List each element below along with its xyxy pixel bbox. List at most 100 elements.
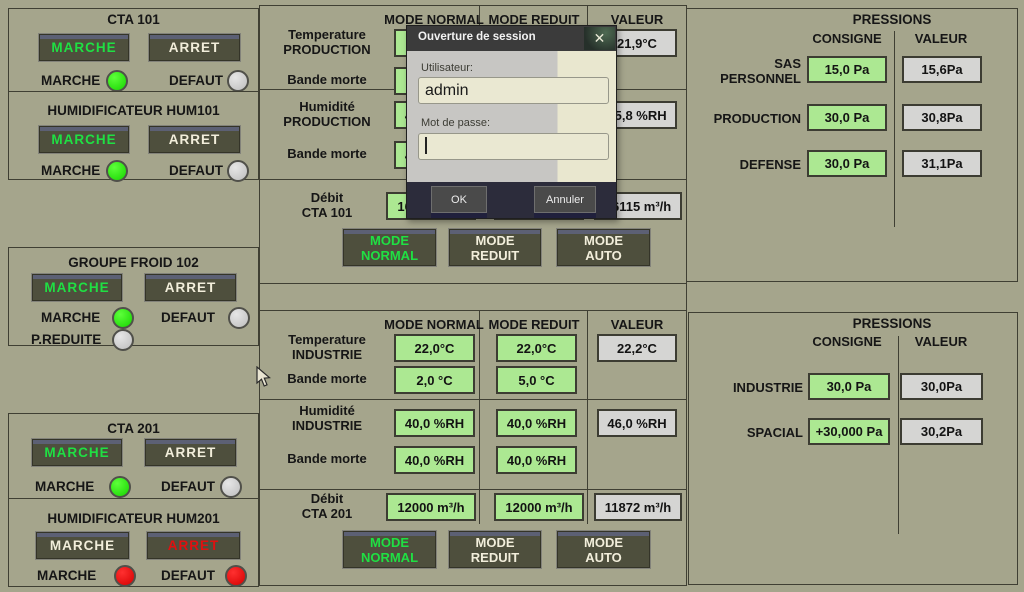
pressure-valeur: 30,2Pa: [900, 418, 983, 445]
panel-title: CTA 201: [9, 421, 258, 436]
dialog-titlebar[interactable]: Ouverture de session ✕: [407, 26, 616, 51]
row-label: SPACIAL: [689, 425, 803, 440]
setpoint-normal[interactable]: 40,0 %RH: [394, 446, 475, 474]
defaut-led-icon: [227, 70, 249, 92]
mode-button-line2: NORMAL: [361, 550, 418, 565]
setpoint-reduit[interactable]: 12000 m³/h: [494, 493, 584, 521]
row-label: Humidité PRODUCTION: [266, 99, 388, 129]
arret-button[interactable]: ARRET: [144, 438, 237, 467]
row-label: Bande morte: [266, 451, 388, 466]
pressions-panel-bottom: PRESSIONS CONSIGNE VALEUR INDUSTRIE 30,0…: [688, 312, 1018, 585]
header-valeur: VALEUR: [892, 334, 990, 349]
defaut-led-icon: [225, 565, 247, 587]
mode-button-line1: MODE: [370, 535, 409, 550]
arret-button[interactable]: ARRET: [146, 531, 241, 560]
row-label: PRODUCTION: [687, 111, 801, 126]
marche-button[interactable]: MARCHE: [38, 33, 130, 62]
pressure-consigne[interactable]: 30,0 Pa: [807, 150, 887, 177]
row-label-line1: Bande morte: [266, 371, 388, 386]
setpoint-reduit[interactable]: 22,0°C: [496, 334, 577, 362]
marche-led-icon: [106, 160, 128, 182]
panel-hum-201: HUMIDIFICATEUR HUM201 MARCHE ARRET MARCH…: [8, 498, 259, 587]
mode-auto-button[interactable]: MODE AUTO: [556, 530, 651, 569]
setpoint-reduit[interactable]: 40,0 %RH: [496, 446, 577, 474]
mouse-cursor-icon: [256, 366, 271, 388]
panel-title: CTA 101: [9, 12, 258, 27]
mode-button-line2: REDUIT: [471, 550, 519, 565]
header-consigne: CONSIGNE: [797, 31, 897, 46]
divider: [260, 283, 686, 284]
row-label: Bande morte: [266, 72, 388, 87]
setpoint-normal[interactable]: 40,0 %RH: [394, 409, 475, 437]
pressure-consigne[interactable]: 15,0 Pa: [807, 56, 887, 83]
setpoint-reduit[interactable]: 40,0 %RH: [496, 409, 577, 437]
row-label: Bande morte: [266, 371, 388, 386]
panel-groupe-froid-102: GROUPE FROID 102 MARCHE ARRET MARCHE DEF…: [8, 247, 259, 346]
panel-title: PRESSIONS: [767, 316, 1017, 331]
preduite-indicator-label: P.REDUITE: [31, 330, 101, 349]
marche-indicator-label: MARCHE: [41, 308, 100, 327]
marche-button[interactable]: MARCHE: [31, 273, 123, 302]
username-input[interactable]: [418, 77, 609, 104]
setpoint-normal[interactable]: 12000 m³/h: [386, 493, 476, 521]
pressure-consigne[interactable]: 30,0 Pa: [808, 373, 890, 400]
mode-auto-button[interactable]: MODE AUTO: [556, 228, 651, 267]
pressure-consigne[interactable]: +30,000 Pa: [808, 418, 890, 445]
text-caret: [425, 137, 427, 154]
defaut-led-icon: [228, 307, 250, 329]
mode-reduit-button[interactable]: MODE REDUIT: [448, 228, 542, 267]
setpoint-normal[interactable]: 22,0°C: [394, 334, 475, 362]
defaut-indicator-label: DEFAUT: [161, 308, 215, 327]
row-label-line1: Débit: [266, 190, 388, 205]
mode-normal-button[interactable]: MODE NORMAL: [342, 530, 437, 569]
row-label-line2: PRODUCTION: [266, 42, 388, 57]
mode-reduit-button[interactable]: MODE REDUIT: [448, 530, 542, 569]
header-mode-reduit: MODE REDUIT: [482, 317, 586, 332]
mode-normal-button[interactable]: MODE NORMAL: [342, 228, 437, 267]
panel-cta-101: CTA 101 MARCHE ARRET MARCHE DEFAUT: [8, 8, 259, 93]
marche-led-icon: [106, 70, 128, 92]
row-label-line1: PRODUCTION: [687, 111, 801, 126]
row-label-line2: INDUSTRIE: [266, 347, 388, 362]
row-label-line2: PRODUCTION: [266, 114, 388, 129]
marche-button[interactable]: MARCHE: [35, 531, 130, 560]
defaut-indicator-label: DEFAUT: [169, 161, 223, 180]
row-label: Débit CTA 101: [266, 190, 388, 220]
setpoint-normal[interactable]: 2,0 °C: [394, 366, 475, 394]
panel-cta-201: CTA 201 MARCHE ARRET MARCHE DEFAUT: [8, 413, 259, 500]
divider: [587, 310, 588, 524]
readout-valeur: 22,2°C: [597, 334, 677, 362]
defaut-led-icon: [227, 160, 249, 182]
panel-title: PRESSIONS: [767, 12, 1017, 27]
row-label-line2: INDUSTRIE: [266, 418, 388, 433]
mode-button-line2: REDUIT: [471, 248, 519, 263]
close-icon[interactable]: ✕: [584, 27, 615, 50]
defaut-indicator-label: DEFAUT: [169, 71, 223, 90]
panel-title: HUMIDIFICATEUR HUM101: [9, 103, 258, 118]
setpoint-reduit[interactable]: 5,0 °C: [496, 366, 577, 394]
pressure-valeur: 31,1Pa: [902, 150, 982, 177]
marche-button[interactable]: MARCHE: [31, 438, 123, 467]
mode-button-line2: AUTO: [585, 550, 622, 565]
row-label: Temperature INDUSTRIE: [266, 332, 388, 362]
row-label-line1: DEFENSE: [687, 157, 801, 172]
arret-button[interactable]: ARRET: [148, 33, 241, 62]
row-label-line2: CTA 201: [266, 506, 388, 521]
defaut-indicator-label: DEFAUT: [161, 477, 215, 496]
cancel-button[interactable]: Annuler: [534, 186, 596, 213]
pressure-valeur: 30,0Pa: [900, 373, 983, 400]
password-input[interactable]: [418, 133, 609, 160]
mode-button-line2: NORMAL: [361, 248, 418, 263]
row-label: Débit CTA 201: [266, 491, 388, 521]
scada-screen: CTA 101 MARCHE ARRET MARCHE DEFAUT HUMID…: [0, 0, 1024, 592]
marche-indicator-label: MARCHE: [35, 477, 94, 496]
pressure-consigne[interactable]: 30,0 Pa: [807, 104, 887, 131]
row-label-line1: Humidité: [266, 403, 388, 418]
arret-button[interactable]: ARRET: [148, 125, 241, 154]
row-label-line1: Bande morte: [266, 72, 388, 87]
ok-button[interactable]: OK: [431, 186, 487, 213]
arret-button[interactable]: ARRET: [144, 273, 237, 302]
marche-button[interactable]: MARCHE: [38, 125, 130, 154]
panel-hum-101: HUMIDIFICATEUR HUM101 MARCHE ARRET MARCH…: [8, 91, 259, 180]
header-consigne: CONSIGNE: [797, 334, 897, 349]
